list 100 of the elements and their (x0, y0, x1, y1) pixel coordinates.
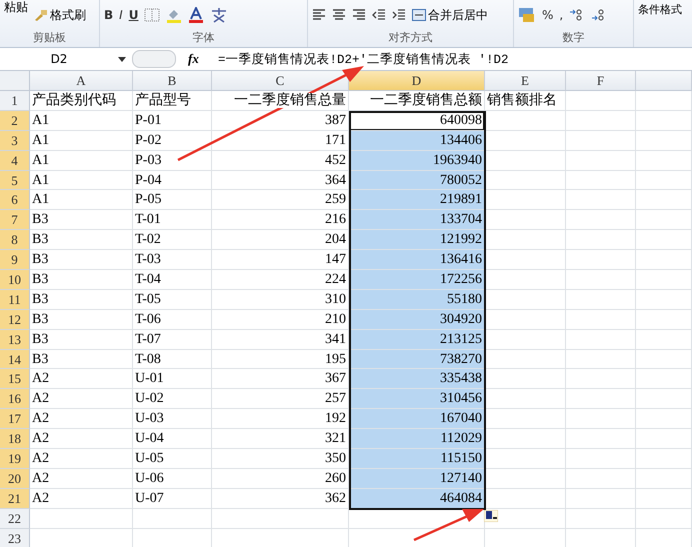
fill-color-icon[interactable] (166, 7, 182, 23)
conditional-format-button[interactable]: 条件格式 (638, 2, 688, 17)
table-cell: 147 (212, 250, 349, 270)
table-cell (566, 310, 636, 330)
column-header[interactable]: C (212, 71, 349, 91)
row-header[interactable]: 10 (0, 270, 30, 290)
table-cell: 55180 (349, 290, 485, 310)
percent-button[interactable]: % (542, 8, 554, 22)
brush-icon (34, 9, 48, 21)
row-header[interactable]: 1 (0, 91, 30, 111)
table-cell: 780052 (349, 170, 485, 190)
table-cell: A1 (30, 130, 133, 151)
annotation-arrow (414, 509, 484, 542)
table-cell: 产品型号 (133, 91, 212, 111)
table-cell (566, 210, 636, 230)
table-cell: U-07 (133, 488, 212, 509)
table-cell: B3 (30, 210, 133, 230)
table-cell: B3 (30, 250, 133, 270)
table-cell (566, 91, 636, 111)
row-header[interactable]: 19 (0, 449, 30, 469)
italic-button[interactable]: I (119, 8, 123, 22)
table-cell: 1963940 (349, 150, 485, 171)
row-header[interactable]: 12 (0, 310, 30, 330)
phonetic-icon[interactable] (210, 7, 228, 23)
row-header[interactable]: 6 (0, 190, 30, 210)
row-header[interactable]: 13 (0, 330, 30, 350)
table-cell (636, 330, 692, 350)
group-label: 剪贴板 (33, 30, 66, 45)
name-box[interactable]: D2 (0, 52, 118, 66)
align-center-icon[interactable] (332, 9, 346, 21)
resize-handle[interactable] (132, 50, 176, 68)
table-cell: 310 (212, 290, 349, 310)
table-cell (566, 429, 636, 450)
row-header[interactable]: 18 (0, 429, 30, 450)
row-header[interactable]: 22 (0, 508, 30, 529)
column-header[interactable]: A (30, 71, 133, 91)
merge-center-button[interactable]: 合并后居中 (412, 6, 488, 24)
table-cell (636, 508, 692, 529)
table-cell: A1 (30, 190, 133, 210)
table-cell: P-04 (133, 170, 212, 190)
row-header[interactable]: 2 (0, 110, 30, 131)
table-cell: 350 (212, 449, 349, 469)
function-button[interactable]: fx (188, 51, 210, 67)
table-cell: P-05 (133, 190, 212, 210)
paste-options-icon[interactable] (484, 510, 498, 522)
row-header[interactable]: 17 (0, 409, 30, 430)
border-icon[interactable] (144, 8, 160, 22)
row-header[interactable]: 11 (0, 290, 30, 310)
align-left-icon[interactable] (312, 9, 326, 21)
increase-indent-icon[interactable] (392, 9, 406, 21)
bold-button[interactable]: B (104, 8, 114, 22)
decrease-indent-icon[interactable] (372, 9, 386, 21)
table-cell: 115150 (349, 449, 485, 469)
paste-button[interactable]: 粘贴 (4, 0, 28, 16)
table-cell: A2 (30, 369, 133, 390)
table-cell: P-02 (133, 130, 212, 151)
caret-icon[interactable] (118, 56, 126, 62)
formula-input[interactable]: =一季度销售情况表!D2+'二季度销售情况表 '!D2 (218, 50, 509, 68)
table-cell (636, 230, 692, 250)
column-header[interactable]: B (133, 71, 212, 91)
table-cell: 310456 (349, 389, 485, 410)
table-cell: 260 (212, 468, 349, 489)
table-cell (636, 409, 692, 430)
table-cell: A1 (30, 150, 133, 171)
table-cell (566, 508, 636, 529)
column-header[interactable]: D (349, 71, 485, 91)
row-header[interactable]: 5 (0, 170, 30, 190)
currency-icon[interactable] (518, 7, 536, 23)
row-header[interactable]: 14 (0, 350, 30, 370)
row-header[interactable]: 21 (0, 488, 30, 509)
table-cell (636, 389, 692, 410)
row-header[interactable]: 9 (0, 250, 30, 270)
underline-button[interactable]: U (128, 8, 138, 22)
table-cell: 387 (212, 110, 349, 131)
row-header[interactable]: 4 (0, 150, 30, 171)
row-header[interactable]: 16 (0, 389, 30, 410)
row-header[interactable]: 7 (0, 210, 30, 230)
row-header[interactable]: 23 (0, 528, 30, 547)
table-cell: B3 (30, 310, 133, 330)
column-header[interactable]: E (485, 71, 566, 91)
table-cell (566, 488, 636, 509)
table-cell: P-03 (133, 150, 212, 171)
align-right-icon[interactable] (352, 9, 366, 21)
table-cell (636, 449, 692, 469)
comma-button[interactable]: , (559, 8, 564, 22)
table-cell (636, 369, 692, 390)
column-header[interactable]: F (566, 71, 636, 91)
format-painter-button[interactable]: 格式刷 (34, 6, 86, 24)
table-cell (566, 130, 636, 151)
table-cell: B3 (30, 290, 133, 310)
row-header[interactable]: 8 (0, 230, 30, 250)
row-header[interactable]: 20 (0, 468, 30, 489)
font-color-icon[interactable] (188, 7, 204, 23)
table-cell: U-01 (133, 369, 212, 390)
row-header[interactable]: 3 (0, 130, 30, 151)
table-cell: 一二季度销售总量 (212, 91, 349, 111)
table-cell: A2 (30, 449, 133, 469)
row-header[interactable]: 15 (0, 369, 30, 390)
table-cell: A2 (30, 488, 133, 509)
table-cell: U-04 (133, 429, 212, 450)
